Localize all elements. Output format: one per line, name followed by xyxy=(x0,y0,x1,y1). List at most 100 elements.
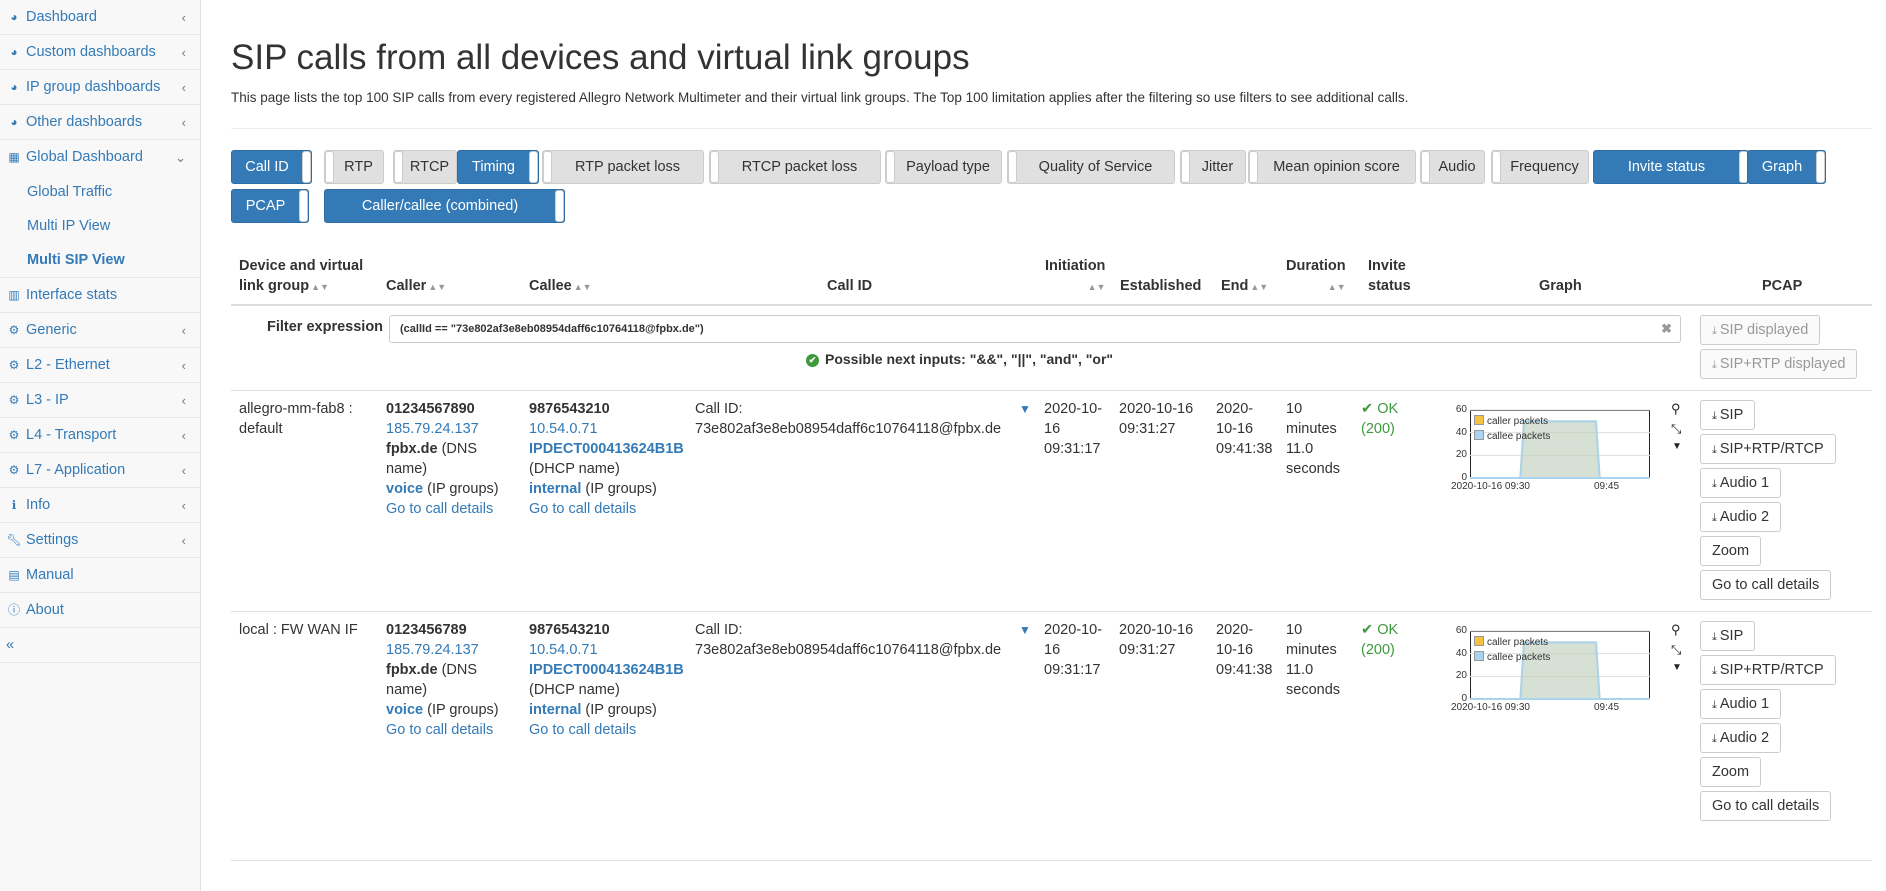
caller-details-link[interactable]: Go to call details xyxy=(386,720,499,740)
sidebar: ◕ Dashboard ‹ ◕ Custom dashboards ‹ ◕ IP grou… xyxy=(0,0,201,891)
sidebar-item-label: Manual xyxy=(26,567,74,583)
caller-group-link[interactable]: voice xyxy=(386,702,423,718)
zoom-button[interactable]: Zoom xyxy=(1700,757,1762,787)
col-header-end[interactable]: End ▲▼ xyxy=(1221,276,1268,297)
audio2-download-button[interactable]: ⤓ Audio 2 xyxy=(1700,723,1782,753)
callee-ip-link[interactable]: 10.54.0.71 xyxy=(529,419,684,439)
sip-download-button[interactable]: ⤓ SIP xyxy=(1700,400,1756,430)
audio1-download-button[interactable]: ⤓ Audio 1 xyxy=(1700,468,1782,498)
callee-dhcp-link[interactable]: IPDECT000413624B1B xyxy=(529,660,684,680)
sidebar-item-label: L2 - Ethernet xyxy=(26,357,110,373)
sidebar-item-l7-application[interactable]: ⚙ L7 - Application ‹ xyxy=(0,453,200,488)
toggle-mean-opinion-score[interactable]: Mean opinion score xyxy=(1248,150,1416,184)
legend-label: caller packets xyxy=(1487,416,1549,427)
sidebar-item-multi-sip-view[interactable]: Multi SIP View xyxy=(0,243,200,277)
gear-icon: ⚙ xyxy=(8,428,20,442)
caller-cell: 01234567890 185.79.24.137 fpbx.de (DNS n… xyxy=(386,401,499,519)
download-icon: ⤓ xyxy=(1712,631,1717,643)
go-to-call-details-button[interactable]: Go to call details xyxy=(1700,791,1832,821)
caller-group-link[interactable]: voice xyxy=(386,481,423,497)
zoom-in-icon[interactable]: ⚲ xyxy=(1671,622,1681,638)
toggle-jitter[interactable]: Jitter xyxy=(1180,150,1246,184)
sidebar-item-label: L4 - Transport xyxy=(26,427,117,443)
col-header-caller[interactable]: Caller ▲▼ xyxy=(386,276,446,297)
toggle-audio[interactable]: Audio xyxy=(1420,150,1485,184)
sidebar-item-about[interactable]: ⓘ About xyxy=(0,593,200,628)
callee-group-link[interactable]: internal xyxy=(529,702,581,718)
sidebar-item-generic[interactable]: ⚙ Generic ‹ xyxy=(0,313,200,348)
col-header-initiation[interactable]: Initiation ▲▼ xyxy=(1045,256,1105,297)
sidebar-item-custom-dashboards[interactable]: ◕ Custom dashboards ‹ xyxy=(0,35,200,70)
callee-group-link[interactable]: internal xyxy=(529,481,581,497)
toggle-timing[interactable]: Timing xyxy=(457,150,539,184)
download-icon: ⤓ xyxy=(1712,478,1717,490)
toggle-payload-type[interactable]: Payload type xyxy=(885,150,1002,184)
col-header-device[interactable]: Device and virtual link group ▲▼ xyxy=(239,256,363,297)
sidebar-item-dashboard[interactable]: ◕ Dashboard ‹ xyxy=(0,0,200,35)
check-icon: ✔ xyxy=(1361,401,1378,417)
sidebar-collapse-button[interactable]: « xyxy=(0,628,200,663)
expand-icon[interactable]: ⤡ xyxy=(1671,421,1681,437)
toggle-graph[interactable]: Graph xyxy=(1747,150,1826,184)
audio2-download-button[interactable]: ⤓ Audio 2 xyxy=(1700,502,1782,532)
callee-dhcp-link[interactable]: IPDECT000413624B1B xyxy=(529,439,684,459)
callee-ip-link[interactable]: 10.54.0.71 xyxy=(529,640,684,660)
sip-rtp-displayed-button[interactable]: ⤓ SIP+RTP displayed xyxy=(1700,349,1858,379)
sip-download-button[interactable]: ⤓ SIP xyxy=(1700,621,1756,651)
caret-down-icon[interactable]: ▼ xyxy=(1672,441,1682,452)
toggle-rtp[interactable]: RTP xyxy=(324,150,384,184)
sidebar-item-other-dashboards[interactable]: ◕ Other dashboards ‹ xyxy=(0,105,200,140)
expand-icon[interactable]: ⤡ xyxy=(1671,642,1681,658)
zoom-in-icon[interactable]: ⚲ xyxy=(1671,401,1681,417)
sidebar-item-ip-group-dashboards[interactable]: ◕ IP group dashboards ‹ xyxy=(0,70,200,105)
legend-entry: callee packets xyxy=(1474,429,1550,444)
page-description: This page lists the top 100 SIP calls fr… xyxy=(231,90,1409,105)
col-header-duration[interactable]: Duration ▲▼ xyxy=(1286,256,1346,297)
callee-details-link[interactable]: Go to call details xyxy=(529,720,684,740)
toggle-rtcp-packet-loss[interactable]: RTCP packet loss xyxy=(709,150,881,184)
caller-ip-link[interactable]: 185.79.24.137 xyxy=(386,640,499,660)
chevron-down-icon: ⌄ xyxy=(175,150,186,165)
sidebar-item-global-traffic[interactable]: Global Traffic xyxy=(0,175,200,209)
y-tick-label: 20 xyxy=(1455,670,1467,682)
sidebar-item-label: Other dashboards xyxy=(26,114,143,130)
caret-down-icon[interactable]: ▼ xyxy=(1672,662,1682,673)
sidebar-item-l4-transport[interactable]: ⚙ L4 - Transport ‹ xyxy=(0,418,200,453)
toggle-pcap[interactable]: PCAP xyxy=(231,189,309,223)
toggle-frequency[interactable]: Frequency xyxy=(1491,150,1589,184)
clear-icon[interactable]: ✖ xyxy=(1661,316,1672,342)
toggle-caller-callee-combined[interactable]: Caller/callee (combined) xyxy=(324,189,565,223)
go-to-call-details-button[interactable]: Go to call details xyxy=(1700,570,1832,600)
audio1-download-button[interactable]: ⤓ Audio 1 xyxy=(1700,689,1782,719)
col-header-callee[interactable]: Callee ▲▼ xyxy=(529,276,592,297)
toggle-call-id[interactable]: Call ID xyxy=(231,150,312,184)
filter-icon[interactable]: ▼ xyxy=(1019,623,1031,637)
sort-icon: ▲▼ xyxy=(428,282,447,292)
callee-details-link[interactable]: Go to call details xyxy=(529,499,684,519)
sidebar-item-label: About xyxy=(26,602,64,618)
sip-rtp-rtcp-download-button[interactable]: ⤓ SIP+RTP/RTCP xyxy=(1700,655,1836,685)
filter-icon[interactable]: ▼ xyxy=(1019,402,1031,416)
legend-label: caller packets xyxy=(1487,637,1549,648)
initiation-cell: 2020-10- 16 09:31:17 xyxy=(1044,401,1103,457)
sidebar-item-settings[interactable]: 🔧︎ Settings ‹ xyxy=(0,523,200,558)
sip-displayed-button[interactable]: ⤓ SIP displayed xyxy=(1700,315,1821,345)
sidebar-item-multi-ip-view[interactable]: Multi IP View xyxy=(0,209,200,243)
sidebar-item-l3-ip[interactable]: ⚙ L3 - IP ‹ xyxy=(0,383,200,418)
sidebar-item-interface-stats[interactable]: ▥ Interface stats xyxy=(0,278,200,313)
sidebar-item-global-dashboard[interactable]: ▦ Global Dashboard ⌄ xyxy=(0,140,200,175)
toggle-invite-status[interactable]: Invite status xyxy=(1593,150,1749,184)
col-header-call-id: Call ID xyxy=(827,278,873,294)
toggle-quality-of-service[interactable]: Quality of Service xyxy=(1007,150,1175,184)
filter-input[interactable]: (callId == "73e802af3e8eb08954daff6c1076… xyxy=(389,315,1681,343)
caller-ip-link[interactable]: 185.79.24.137 xyxy=(386,419,499,439)
zoom-button[interactable]: Zoom xyxy=(1700,536,1762,566)
caller-details-link[interactable]: Go to call details xyxy=(386,499,499,519)
sip-rtp-rtcp-download-button[interactable]: ⤓ SIP+RTP/RTCP xyxy=(1700,434,1836,464)
sidebar-item-manual[interactable]: ▤ Manual xyxy=(0,558,200,593)
toggle-rtp-packet-loss[interactable]: RTP packet loss xyxy=(542,150,704,184)
toggle-knob xyxy=(555,190,564,222)
sidebar-item-l2-ethernet[interactable]: ⚙ L2 - Ethernet ‹ xyxy=(0,348,200,383)
toggle-rtcp[interactable]: RTCP xyxy=(393,150,457,184)
sidebar-item-info[interactable]: ℹ Info ‹ xyxy=(0,488,200,523)
